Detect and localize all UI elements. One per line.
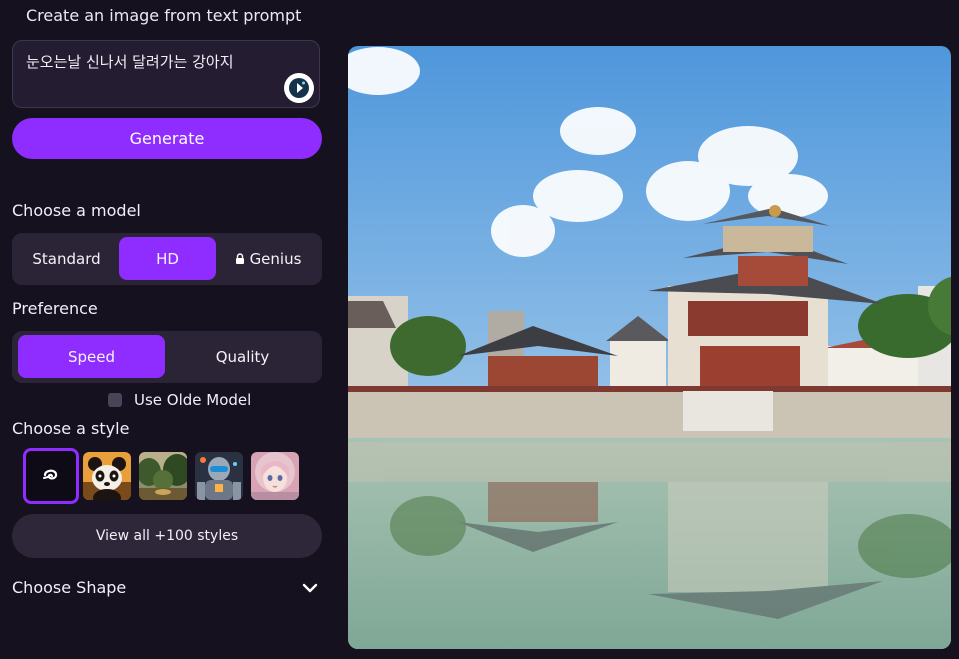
- preference-option-label: Speed: [67, 347, 116, 366]
- choose-shape-toggle[interactable]: Choose Shape: [12, 578, 322, 602]
- model-option-label: Standard: [32, 249, 101, 268]
- shape-heading: Choose Shape: [12, 578, 127, 597]
- style-thumb-robot[interactable]: [195, 452, 243, 500]
- olde-model-option[interactable]: Use Olde Model: [108, 391, 251, 409]
- left-panel: Create an image from text prompt 눈오는날 신나…: [0, 0, 335, 659]
- panel-title: Create an image from text prompt: [26, 6, 302, 25]
- prompt-enhance-button[interactable]: [284, 73, 314, 103]
- model-option-label: HD: [156, 249, 179, 268]
- swirl-icon: [43, 469, 58, 480]
- style-thumb-anime[interactable]: [251, 452, 299, 500]
- preference-option-speed[interactable]: Speed: [18, 335, 165, 378]
- prompt-input[interactable]: 눈오는날 신나서 달려가는 강아지: [12, 40, 320, 108]
- anime-girl-icon: [251, 452, 299, 500]
- model-option-standard[interactable]: Standard: [16, 237, 117, 280]
- generated-image: [348, 46, 951, 649]
- view-all-styles-button[interactable]: View all +100 styles: [12, 514, 322, 558]
- style-thumb-forest[interactable]: [139, 452, 187, 500]
- olde-model-label: Use Olde Model: [134, 391, 252, 409]
- preference-heading: Preference: [12, 299, 98, 318]
- preference-selector: Speed Quality: [12, 331, 322, 383]
- model-heading: Choose a model: [12, 201, 141, 220]
- generate-button[interactable]: Generate: [12, 118, 322, 159]
- sparkle-play-icon: [289, 78, 309, 98]
- olde-model-checkbox[interactable]: [108, 393, 122, 407]
- prompt-text[interactable]: 눈오는날 신나서 달려가는 강아지: [26, 51, 234, 72]
- forest-icon: [139, 452, 187, 500]
- preference-option-quality[interactable]: Quality: [169, 335, 316, 378]
- model-option-hd[interactable]: HD: [119, 237, 216, 280]
- robot-icon: [195, 452, 243, 500]
- chevron-down-icon: [302, 583, 318, 593]
- style-heading: Choose a style: [12, 419, 130, 438]
- model-option-label: Genius: [249, 249, 302, 268]
- model-selector: Standard HD Genius: [12, 233, 322, 285]
- pavilion-scene: [348, 46, 951, 649]
- style-thumb-none[interactable]: [23, 448, 79, 504]
- panda-icon: [83, 452, 131, 500]
- style-thumb-panda[interactable]: [83, 452, 131, 500]
- lock-icon: [235, 252, 244, 264]
- preference-option-label: Quality: [215, 347, 270, 366]
- model-option-genius[interactable]: Genius: [218, 237, 318, 280]
